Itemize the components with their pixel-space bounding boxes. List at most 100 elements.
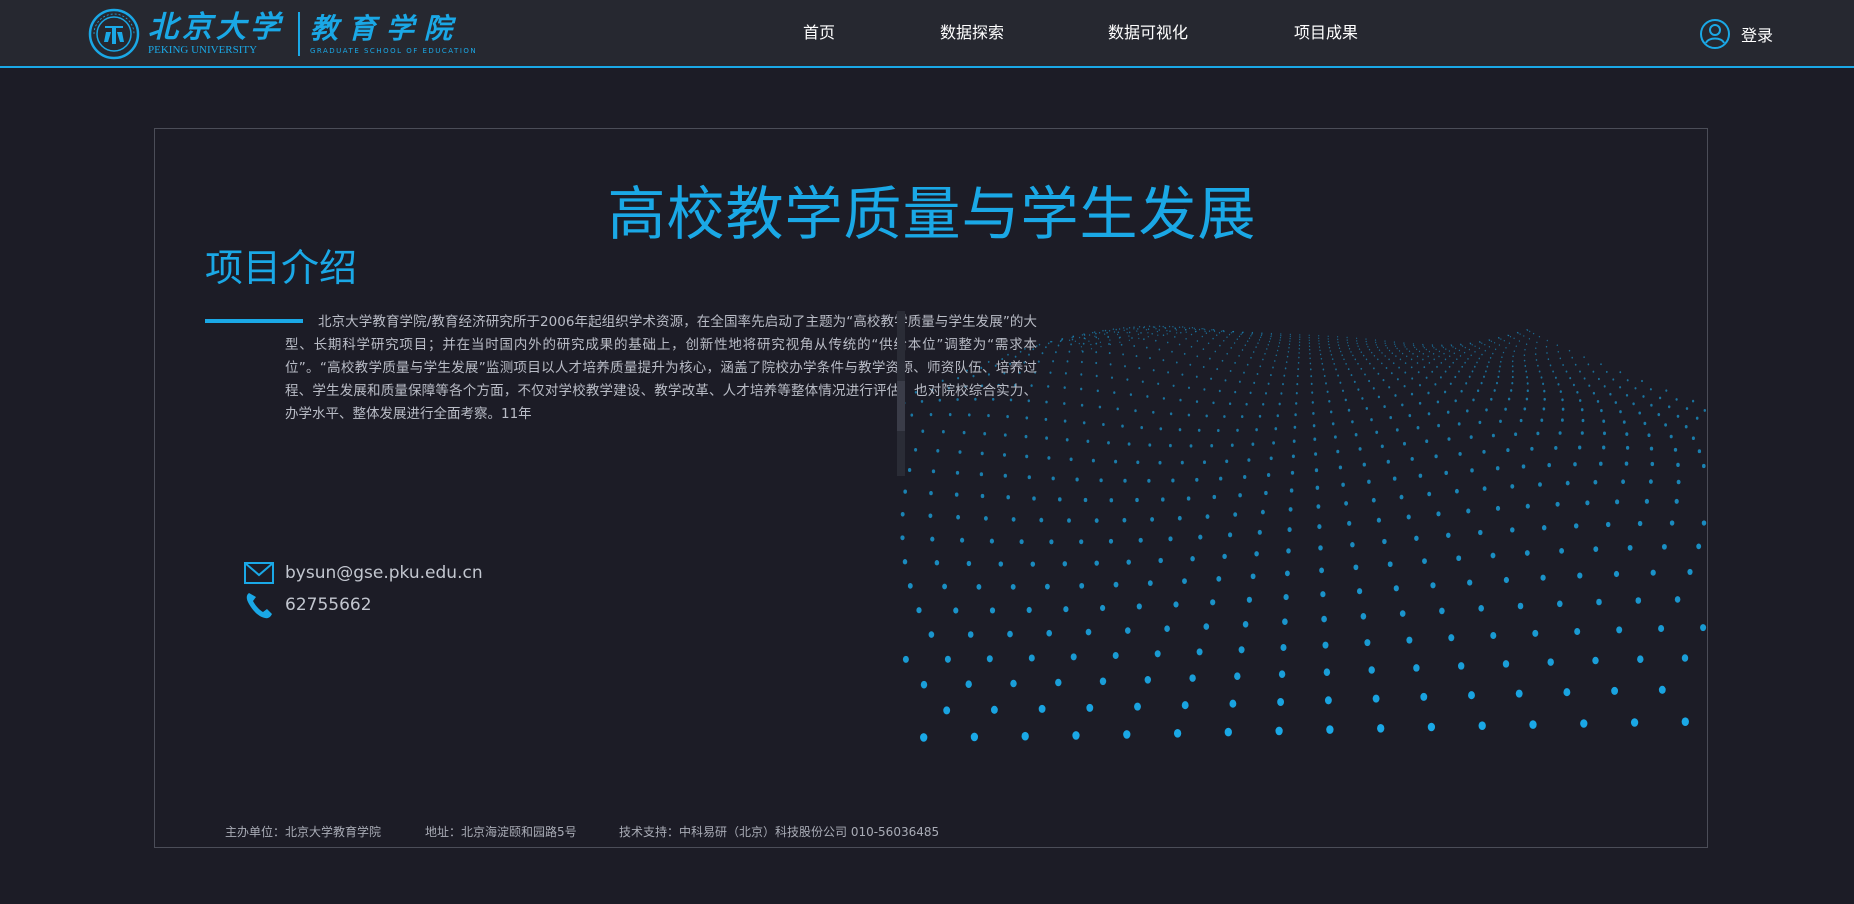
intro-scroll-area[interactable]: 北京大学教育学院/教育经济研究所于2006年起组织学术资源，在全国率先启动了主题… — [285, 311, 1040, 476]
wave-particle — [1152, 326, 1155, 328]
user-circle-icon — [1700, 19, 1730, 49]
wave-particle — [1446, 532, 1451, 538]
wave-particle — [1511, 370, 1514, 373]
nav-data-explore[interactable]: 数据探索 — [940, 0, 1004, 68]
wave-particle — [1436, 365, 1438, 368]
wave-particle — [1556, 344, 1558, 347]
intro-scrollbar[interactable] — [897, 311, 905, 476]
wave-particle — [1365, 340, 1367, 343]
wave-particle — [1299, 334, 1301, 336]
wave-particle — [1534, 353, 1537, 355]
wave-particle — [1592, 391, 1596, 395]
wave-particle — [920, 733, 928, 742]
wave-particle — [1299, 338, 1301, 341]
login-button[interactable]: 登录 — [1699, 18, 1773, 50]
wave-particle — [1525, 397, 1529, 401]
wave-particle — [1067, 518, 1071, 523]
wave-particle — [1370, 418, 1373, 422]
wave-particle — [1187, 413, 1191, 417]
wave-particle — [1484, 349, 1486, 352]
wave-particle — [1546, 352, 1548, 354]
wave-particle — [1279, 339, 1281, 341]
wave-particle — [1152, 369, 1155, 372]
wave-particle — [1072, 731, 1080, 740]
wave-particle — [1285, 361, 1288, 364]
wave-particle — [1511, 360, 1514, 363]
wave-particle — [1468, 375, 1471, 378]
wave-particle — [1364, 639, 1371, 647]
contact-phone[interactable]: 62755662 — [243, 589, 372, 621]
wave-particle — [1674, 596, 1681, 603]
wave-particle — [1615, 499, 1620, 505]
wave-particle — [902, 655, 909, 663]
wave-particle — [1191, 326, 1194, 329]
wave-particle — [1234, 672, 1241, 680]
wave-particle — [1133, 345, 1136, 347]
wave-particle — [1063, 419, 1067, 423]
wave-particle — [1637, 520, 1643, 527]
wave-particle — [1384, 355, 1386, 357]
wave-particle — [1354, 358, 1357, 361]
wave-particle — [1258, 339, 1261, 341]
wave-particle — [1286, 548, 1291, 554]
wave-particle — [1112, 651, 1119, 660]
wave-particle — [1456, 555, 1462, 562]
wave-particle — [1588, 384, 1591, 387]
wave-particle — [1558, 431, 1562, 435]
scrollbar-thumb[interactable] — [897, 381, 905, 431]
wave-particle — [1207, 342, 1210, 345]
wave-particle — [1241, 332, 1243, 334]
wave-particle — [1270, 334, 1272, 336]
wave-particle — [1649, 446, 1654, 451]
wave-particle — [1657, 413, 1661, 417]
wave-particle — [1473, 365, 1476, 368]
wave-particle — [1360, 367, 1363, 370]
wave-particle — [1116, 407, 1119, 411]
wave-particle — [1695, 416, 1699, 420]
wave-particle — [1436, 511, 1441, 517]
wave-particle — [1117, 333, 1119, 336]
wave-particle — [1260, 509, 1265, 515]
wave-particle — [1296, 375, 1299, 378]
wave-particle — [1393, 585, 1399, 592]
wave-particle — [1011, 517, 1016, 522]
wave-particle — [1443, 352, 1445, 355]
phone-icon — [246, 593, 272, 619]
wave-particle — [1070, 343, 1072, 346]
wave-particle — [1529, 330, 1531, 333]
wave-particle — [1508, 334, 1510, 337]
wave-particle — [1046, 629, 1052, 637]
wave-particle — [1667, 405, 1671, 409]
wave-particle — [1326, 390, 1329, 394]
wave-particle — [1122, 353, 1124, 356]
wave-particle — [1367, 479, 1371, 484]
wave-particle — [1523, 359, 1526, 362]
wave-particle — [1512, 355, 1514, 358]
wave-particle — [1295, 391, 1298, 395]
wave-particle — [1143, 326, 1146, 328]
nav-project-results[interactable]: 项目成果 — [1294, 0, 1358, 68]
wave-particle — [1262, 358, 1264, 361]
contact-email[interactable]: bysun@gse.pku.edu.cn — [243, 557, 483, 589]
wave-particle — [1282, 618, 1288, 625]
wave-particle — [1649, 388, 1652, 391]
wave-particle — [1328, 346, 1331, 349]
wave-particle — [1190, 556, 1195, 562]
wave-particle — [1433, 347, 1435, 349]
wave-particle — [1676, 462, 1680, 468]
nav-data-visualization[interactable]: 数据可视化 — [1108, 0, 1188, 68]
wave-particle — [1279, 336, 1282, 339]
wave-particle — [1188, 327, 1191, 329]
wave-particle — [1193, 327, 1195, 330]
nav-home[interactable]: 首页 — [803, 0, 835, 68]
wave-particle — [1086, 703, 1094, 712]
wave-particle — [1406, 355, 1408, 358]
wave-particle — [1195, 330, 1197, 333]
wave-particle — [1083, 334, 1086, 336]
wave-particle — [1026, 606, 1032, 614]
wave-particle — [1096, 389, 1099, 393]
site-logo[interactable]: 北京大学 PEKING UNIVERSITY 教育学院 GRADUATE SCH… — [88, 8, 477, 60]
wave-particle — [1330, 353, 1333, 356]
wave-particle — [907, 583, 913, 589]
wave-particle — [1313, 437, 1317, 441]
